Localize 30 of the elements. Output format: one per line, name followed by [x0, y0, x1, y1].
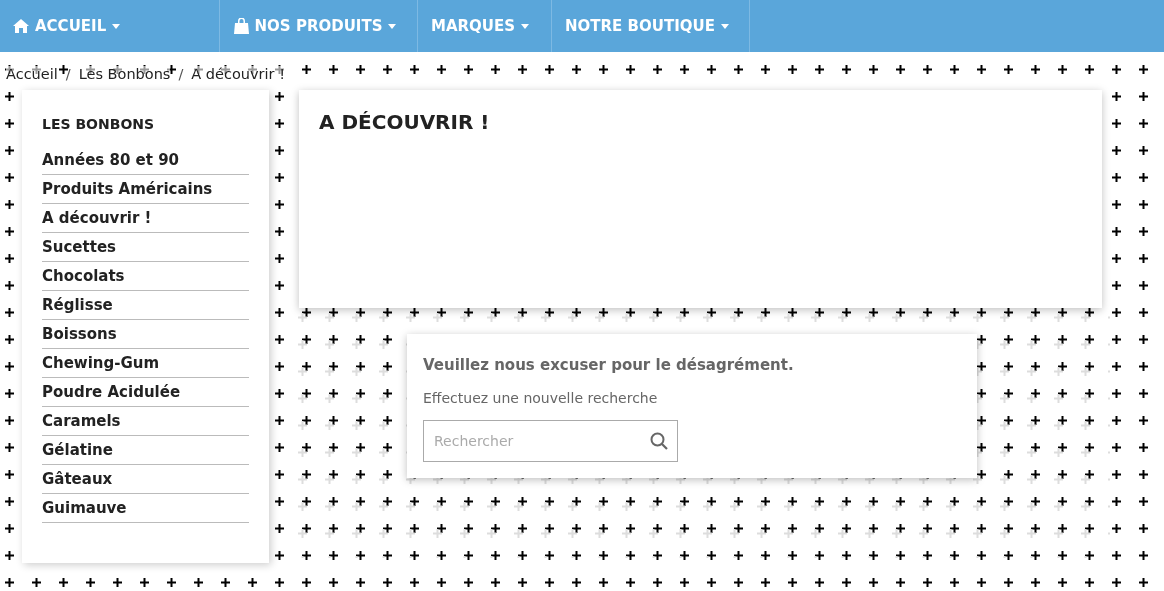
shopping-bag-icon: [233, 18, 249, 34]
sidebar-item[interactable]: A découvrir !: [42, 204, 249, 233]
breadcrumb-link[interactable]: Les Bonbons: [78, 66, 171, 82]
sidebar-item[interactable]: Produits Américains: [42, 175, 249, 204]
breadcrumb-separator: /: [65, 66, 71, 82]
sidebar-item[interactable]: Sucettes: [42, 233, 249, 262]
search-icon[interactable]: [650, 432, 668, 450]
sidebar-item[interactable]: Gâteaux: [42, 465, 249, 494]
sidebar-item[interactable]: Chocolats: [42, 262, 249, 291]
home-icon: [13, 19, 29, 33]
sidebar-item[interactable]: Réglisse: [42, 291, 249, 320]
caret-icon: [112, 23, 121, 29]
breadcrumb-separator: /: [178, 66, 184, 82]
sidebar-item[interactable]: Années 80 et 90: [42, 146, 249, 175]
search-field[interactable]: Rechercher: [423, 420, 678, 462]
caret-icon: [388, 23, 397, 29]
sidebar-item[interactable]: Caramels: [42, 407, 249, 436]
notice-title: Veuillez nous excuser pour le désagrément.: [423, 356, 795, 374]
notice-text: Effectuez une nouvelle recherche: [423, 390, 659, 406]
breadcrumb-link[interactable]: Accueil: [6, 66, 58, 82]
caret-icon: [521, 23, 530, 29]
sidebar-item[interactable]: Boissons: [42, 320, 249, 349]
sidebar-item[interactable]: Guimauve: [42, 494, 249, 523]
category-title: A DÉCOUVRIR !: [319, 110, 491, 134]
sidebar-item[interactable]: Chewing-Gum: [42, 349, 249, 378]
sidebar-title: LES BONBONS: [42, 116, 156, 132]
caret-icon: [720, 23, 729, 29]
breadcrumb-link[interactable]: A découvrir !: [191, 66, 285, 82]
sidebar-item[interactable]: Gélatine: [42, 436, 249, 465]
sidebar-item[interactable]: Poudre Acidulée: [42, 378, 249, 407]
